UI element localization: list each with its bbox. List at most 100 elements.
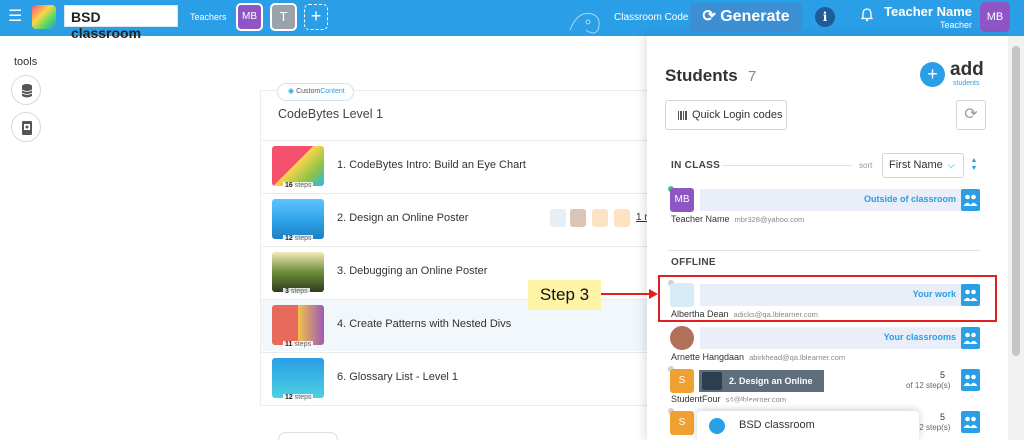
student-email: abirkhead@qa.lblearner.com <box>749 353 846 362</box>
student-action-button[interactable] <box>961 189 980 211</box>
teachers-label: Teachers <box>190 12 227 22</box>
lesson-row[interactable]: 16 steps 1. CodeBytes Intro: Build an Ey… <box>261 140 660 192</box>
panel-scrollbar[interactable] <box>1008 36 1024 440</box>
decorative-doodle-icon <box>569 12 600 34</box>
top-bar: ☰ BSD classroom Teachers MB T + Classroo… <box>0 0 1024 41</box>
avatar[interactable]: S <box>670 369 694 393</box>
tools-label: tools <box>14 56 38 68</box>
database-icon <box>21 84 33 98</box>
avatar[interactable]: MB <box>670 188 694 212</box>
bell-icon[interactable] <box>858 8 876 26</box>
sort-direction-icon[interactable]: ▲ ▼ <box>969 157 979 175</box>
user-avatar[interactable]: MB <box>980 2 1010 32</box>
lesson-steps: 11 steps <box>283 341 314 348</box>
lesson-steps: 12 steps <box>283 235 314 242</box>
progress-count: 5 <box>940 370 946 380</box>
chevron-down-icon: ⌵ <box>947 160 955 171</box>
generate-label: Generate <box>720 8 790 25</box>
add-students-plus-icon[interactable]: + <box>920 62 945 87</box>
lock-icon: ◉ <box>288 88 295 95</box>
refresh-icon: ⟳ <box>702 8 721 25</box>
students-title: Students <box>665 66 738 85</box>
quick-login-codes-button[interactable]: Quick Login codes <box>665 100 787 130</box>
student-name: Arnette Hangdaan <box>671 352 745 362</box>
users-icon <box>963 374 978 386</box>
refresh-icon[interactable]: ⟳ <box>956 100 986 130</box>
annotation-step-label: Step 3 <box>528 280 601 310</box>
lesson-thumbnail <box>272 305 324 345</box>
lesson-title[interactable]: 2. Design an Online Poster <box>337 212 468 224</box>
lesson-steps: 12 steps <box>283 394 314 401</box>
student-action-button[interactable] <box>961 411 980 433</box>
lesson-title[interactable]: 3. Debugging an Online Poster <box>337 265 487 277</box>
app-logo[interactable] <box>32 5 56 29</box>
teacher-avatar-mb[interactable]: MB <box>236 3 263 31</box>
progress-count: 5 <box>940 412 946 422</box>
users-icon <box>963 332 978 344</box>
student-name: StudentFour <box>671 394 721 404</box>
avatar[interactable]: S <box>670 411 694 435</box>
annotation-arrow-icon <box>601 289 658 299</box>
student-status-bar[interactable]: Outside of classroom <box>700 189 962 211</box>
user-name[interactable]: Teacher Name <box>884 4 972 19</box>
lesson-thumbnail <box>272 358 324 398</box>
users-icon <box>963 194 978 206</box>
lesson-thumbnail <box>272 252 324 292</box>
student-status-bar[interactable]: Your classrooms <box>700 327 962 349</box>
add-teacher-button[interactable]: + <box>304 4 328 30</box>
lesson-title[interactable]: 4. Create Patterns with Nested Divs <box>337 318 511 330</box>
student-name: Teacher Name <box>671 214 730 224</box>
generate-button[interactable]: ⟳ Generate <box>690 3 802 31</box>
student-name-row: Teacher Name mbr328@yahoo.com <box>671 214 804 224</box>
current-lesson-tooltip: 2. Design an Online Poster <box>699 370 824 408</box>
user-role: Teacher <box>939 20 972 30</box>
lesson-steps: 3 steps <box>283 288 310 295</box>
avatar[interactable] <box>670 326 694 350</box>
lesson-icon <box>702 372 722 390</box>
custom-content-badge: ◉ CustomContent <box>277 83 354 101</box>
badge-prefix: Custom <box>296 88 321 95</box>
student-action-button[interactable] <box>961 327 980 349</box>
divider <box>668 250 980 251</box>
lesson-thumbnail <box>272 146 324 186</box>
reader-icon <box>22 121 32 135</box>
database-tool-button[interactable] <box>11 75 41 105</box>
scrollbar-thumb[interactable] <box>1012 46 1020 356</box>
classroom-chat-popup[interactable]: BSD classroom <box>697 411 919 440</box>
lesson-steps: 16 steps <box>283 182 314 189</box>
students-count: 7 <box>748 68 757 85</box>
in-class-label: IN CLASS <box>671 160 721 171</box>
reader-tool-button[interactable] <box>11 112 41 142</box>
student-action-button[interactable] <box>961 369 980 391</box>
class-name-field[interactable]: BSD classroom <box>64 5 178 41</box>
lesson-thumbnail <box>272 199 324 239</box>
offline-label: OFFLINE <box>671 257 716 268</box>
info-icon[interactable]: i <box>815 7 835 27</box>
lesson-more-link[interactable]: 1 r <box>636 212 648 223</box>
student-status-text: Your classrooms <box>883 332 956 342</box>
mini-avatar[interactable] <box>550 209 566 227</box>
add-students-sub[interactable]: students <box>953 80 979 87</box>
teacher-avatar-t[interactable]: T <box>270 3 297 31</box>
lesson-row[interactable]: 12 steps 6. Glossary List - Level 1 <box>261 352 660 404</box>
mini-avatar[interactable] <box>614 209 630 227</box>
progress-of: of 12 step(s) <box>906 381 951 390</box>
sort-label: sort <box>859 161 873 170</box>
chat-icon <box>709 418 725 434</box>
hamburger-menu-icon[interactable]: ☰ <box>8 9 24 25</box>
student-status-text: Outside of classroom <box>863 194 956 204</box>
mini-avatar[interactable] <box>592 209 608 227</box>
chat-popup-title: BSD classroom <box>739 419 815 431</box>
sort-select[interactable]: First Name ⌵ <box>882 153 964 178</box>
annotation-highlight-box <box>658 275 997 322</box>
add-students-label[interactable]: add <box>950 59 984 81</box>
next-section-pill <box>278 432 338 440</box>
lesson-title[interactable]: 1. CodeBytes Intro: Build an Eye Chart <box>337 159 526 171</box>
users-icon <box>963 416 978 428</box>
mini-avatar[interactable] <box>570 209 586 227</box>
student-name-row: Arnette Hangdaan abirkhead@qa.lblearner.c… <box>671 352 845 362</box>
badge-accent: Content <box>320 88 345 95</box>
divider <box>722 165 852 166</box>
lesson-title[interactable]: 6. Glossary List - Level 1 <box>337 371 458 383</box>
classroom-code-label: Classroom Code <box>614 12 689 23</box>
